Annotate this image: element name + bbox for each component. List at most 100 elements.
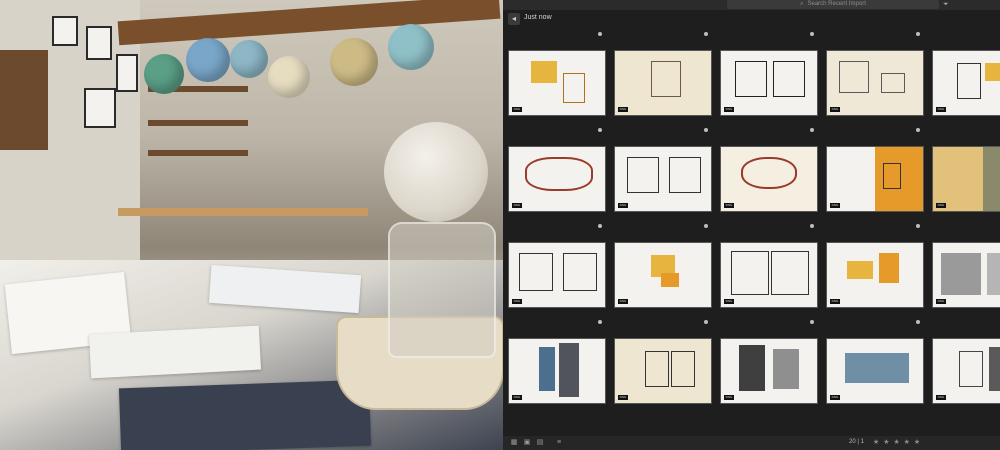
flag-dot-icon [916,320,920,324]
thumbnail-cell[interactable]: DNG [821,318,924,406]
thumbnail-cell[interactable]: DNG [927,222,1000,310]
square-view-icon[interactable]: ▣ [523,439,531,447]
thumbnail[interactable]: DNG [932,146,1000,212]
thumbnail-cell[interactable]: DNG [503,30,606,118]
thumbnail-cell[interactable]: DNG [503,222,606,310]
thumbnail[interactable]: DNG [720,338,818,404]
flag-dot-icon [598,32,602,36]
flag-dot-icon [704,128,708,132]
thumbnail[interactable]: DNG [508,338,606,404]
thumbnail[interactable]: DNG [826,242,924,308]
format-badge: DNG [830,107,840,112]
thumbnail-cell[interactable]: DNG [609,318,712,406]
flag-dot-icon [810,32,814,36]
format-badge: DNG [618,107,628,112]
thumbnail-cell[interactable]: DNG [927,126,1000,214]
format-badge: DNG [724,395,734,400]
thumbnail-cell[interactable]: DNG [715,222,818,310]
format-badge: DNG [936,107,946,112]
thumbnail-cell[interactable]: DNG [821,30,924,118]
search-input[interactable]: ⌕ Search Recent Import [727,0,939,9]
magnifier-icon: ⌕ [800,1,804,7]
format-badge: DNG [830,203,840,208]
flag-dot-icon [916,128,920,132]
search-placeholder: Search Recent Import [807,1,866,7]
top-bar: ⌕ Search Recent Import ⏷ [503,0,1000,10]
thumbnail-cell[interactable]: DNG [927,30,1000,118]
flag-dot-icon [810,128,814,132]
thumbnail[interactable]: DNG [614,338,712,404]
format-badge: DNG [618,299,628,304]
format-badge: DNG [936,299,946,304]
format-badge: DNG [724,203,734,208]
globe-5 [330,38,378,86]
wall-frame-3 [116,54,138,92]
thumbnail[interactable]: DNG [720,242,818,308]
thumbnail-cell[interactable]: DNG [927,318,1000,406]
flag-dot-icon [916,32,920,36]
string-ball [384,122,488,222]
thumbnail[interactable]: DNG [720,146,818,212]
wall-frame-4 [84,88,116,128]
flag-dot-icon [598,320,602,324]
format-badge: DNG [618,203,628,208]
studio-photo [0,0,503,450]
thumbnail-cell[interactable]: DNG [715,318,818,406]
thumbnail[interactable]: DNG [508,50,606,116]
page-title: Just now [524,14,552,21]
globe-2 [186,38,230,82]
thumbnail-cell[interactable]: DNG [503,126,606,214]
back-icon[interactable]: ◂ [508,13,520,25]
format-badge: DNG [936,395,946,400]
thumbnail[interactable]: DNG [932,338,1000,404]
flag-dot-icon [598,128,602,132]
thumbnail[interactable]: DNG [508,242,606,308]
thumbnail-cell[interactable]: DNG [609,30,712,118]
thumbnail[interactable]: DNG [508,146,606,212]
paper-sheet-3 [88,325,262,379]
thumbnail[interactable]: DNG [614,50,712,116]
detail-view-icon[interactable]: ▤ [536,439,544,447]
item-count: 20 | 1 [849,439,864,445]
format-badge: DNG [724,299,734,304]
format-badge: DNG [830,299,840,304]
shelf-low [148,150,248,156]
thumbnail[interactable]: DNG [826,338,924,404]
flag-dot-icon [810,224,814,228]
thumbnail-cell[interactable]: DNG [821,222,924,310]
thumbnail-cell[interactable]: DNG [821,126,924,214]
thumbnail[interactable]: DNG [720,50,818,116]
globe-1 [144,54,184,94]
shelf-mid [148,120,248,126]
thumbnail-cell[interactable]: DNG [715,30,818,118]
thumbnail[interactable]: DNG [932,50,1000,116]
flag-dot-icon [704,320,708,324]
wall-frame-2 [86,26,112,60]
flag-dot-icon [704,32,708,36]
thumbnail-cell[interactable]: DNG [609,222,712,310]
thumbnail[interactable]: DNG [826,146,924,212]
thumbnail[interactable]: DNG [614,242,712,308]
format-badge: DNG [512,395,522,400]
format-badge: DNG [618,395,628,400]
thumbnail[interactable]: DNG [826,50,924,116]
thumbnail-cell[interactable]: DNG [715,126,818,214]
thumbnail-cell[interactable]: DNG [609,126,712,214]
format-badge: DNG [936,203,946,208]
rating-stars[interactable]: ★ ★ ★ ★ ★ [873,438,921,446]
thumbnail-cell[interactable]: DNG [503,318,606,406]
flag-dot-icon [704,224,708,228]
thumbnail[interactable]: DNG [932,242,1000,308]
format-badge: DNG [512,299,522,304]
sort-icon[interactable]: ≡ [555,439,563,447]
flag-dot-icon [810,320,814,324]
format-badge: DNG [512,107,522,112]
funnel-icon[interactable]: ⏷ [943,1,951,9]
format-badge: DNG [830,395,840,400]
wall-frame-1 [52,16,78,46]
ceiling-beam [117,0,501,46]
work-table [118,208,368,216]
grid-view-icon[interactable]: ▦ [510,439,518,447]
globe-4 [268,56,310,98]
thumbnail[interactable]: DNG [614,146,712,212]
